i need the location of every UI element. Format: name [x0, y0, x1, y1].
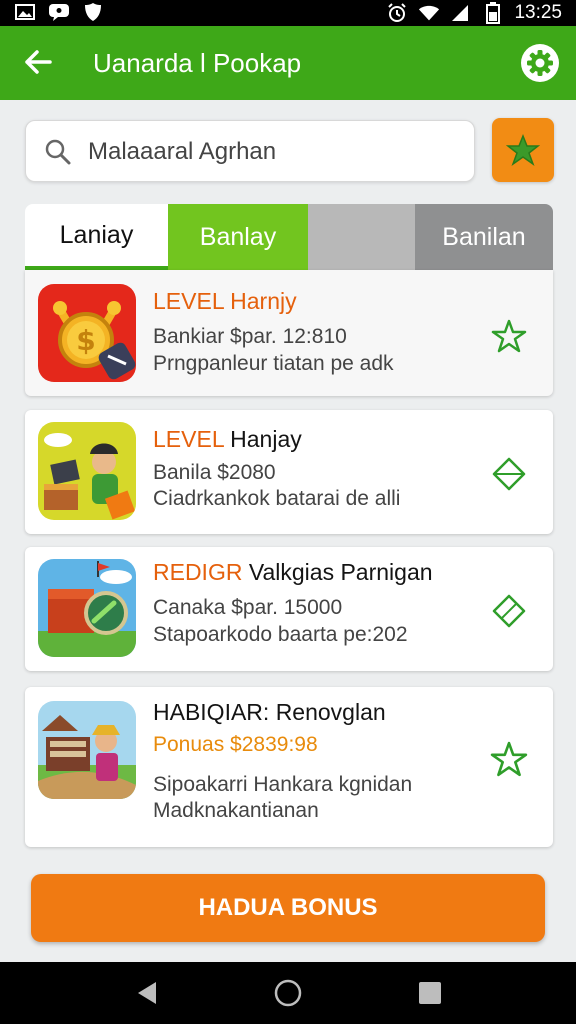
card-favorite-button[interactable] — [489, 739, 529, 779]
chest-thumbnail — [38, 559, 136, 657]
card-title: REDIGR Valkgias Parnigan — [153, 559, 433, 585]
triangle-back-icon — [138, 982, 156, 1004]
clock: 13:25 — [514, 2, 562, 23]
message-icon — [48, 2, 70, 22]
merchant-thumbnail — [38, 422, 136, 520]
status-indicators: 13:25 — [386, 2, 562, 24]
card-favorite-button[interactable] — [489, 316, 529, 356]
search-box — [25, 120, 475, 182]
wifi-icon — [418, 3, 440, 23]
page-title: Uanarda l Pookap — [93, 48, 302, 78]
card-title: HABIQIAR: Renovglan — [153, 699, 386, 725]
tab-banlay[interactable]: Banlay — [168, 204, 308, 270]
card-favorite-button[interactable] — [489, 454, 529, 494]
card-price: Bankiar $par. 12:810 — [153, 325, 347, 348]
nav-home-button[interactable] — [272, 977, 304, 1009]
tab-bar: Laniay Banlay Banilan — [25, 204, 553, 270]
coin-thumbnail: $ — [38, 284, 136, 382]
circle-home-icon — [274, 979, 302, 1007]
card-price: Banila $2080 — [153, 461, 276, 484]
tab-laniay[interactable]: Laniay — [25, 204, 168, 270]
arrow-left-icon — [25, 50, 52, 74]
card-title: LEVEL Hanjay — [153, 426, 302, 452]
market-thumbnail — [38, 701, 136, 799]
gear-icon — [521, 44, 559, 82]
nav-back-button[interactable] — [132, 977, 164, 1009]
cell-signal-icon — [450, 3, 472, 23]
status-bar: 13:25 — [0, 0, 576, 26]
list-item[interactable]: REDIGR Valkgias Parnigan Canaka $par. 15… — [25, 547, 553, 671]
card-description: Sipoakarri Hankara kgnidan — [153, 773, 413, 796]
tab-banilan[interactable]: Banilan — [415, 204, 553, 270]
bonus-button[interactable]: HADUA BONUS — [31, 874, 545, 942]
search-icon — [45, 139, 71, 165]
alarm-icon — [386, 3, 408, 23]
card-description: Stapoarkodo baarta pe:202 — [153, 623, 408, 646]
system-nav-bar — [0, 962, 576, 1024]
diamond-outline-icon — [492, 457, 526, 491]
status-notifications — [14, 2, 104, 22]
list-item[interactable]: LEVEL Hanjay Banila $2080 Ciadrkankok ba… — [25, 410, 553, 534]
card-favorite-button[interactable] — [489, 591, 529, 631]
favorite-button[interactable] — [492, 118, 554, 182]
star-icon — [506, 133, 540, 166]
settings-button[interactable] — [520, 43, 560, 83]
app-bar: Uanarda l Pookap — [0, 26, 576, 100]
card-description-2: Madknakantianan — [153, 799, 319, 822]
list-item[interactable]: HABIQIAR: Renovglan Ponuas $2839:98 Sipo… — [25, 687, 553, 847]
list-item[interactable]: $ LEVEL Harnjy Bankiar $par. 12:810 Prng… — [25, 270, 553, 396]
back-button[interactable] — [22, 46, 54, 78]
search-input[interactable] — [88, 131, 458, 173]
star-outline-icon — [490, 741, 528, 777]
tab-empty[interactable] — [308, 204, 415, 270]
square-recents-icon — [419, 982, 441, 1004]
nav-recents-button[interactable] — [414, 977, 446, 1009]
diamond-outline-icon — [492, 594, 526, 628]
card-description: Prngpanleur tiatan pe adk — [153, 352, 394, 375]
battery-icon — [482, 2, 504, 24]
card-price: Ponuas $2839:98 — [153, 733, 318, 756]
star-outline-icon — [491, 319, 527, 353]
card-title: LEVEL Harnjy — [153, 288, 297, 314]
card-description: Ciadrkankok batarai de alli — [153, 487, 401, 510]
shield-icon — [82, 2, 104, 22]
svg-text:$: $ — [76, 324, 95, 357]
gallery-icon — [14, 2, 36, 22]
card-price: Canaka $par. 15000 — [153, 596, 343, 619]
